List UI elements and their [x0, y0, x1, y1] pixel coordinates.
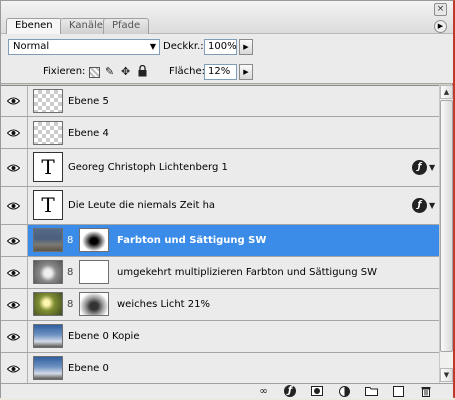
eye-icon[interactable] — [1, 86, 28, 116]
eye-icon[interactable] — [1, 353, 28, 384]
text-layer-icon: T — [33, 152, 63, 182]
layer-thumbnail — [33, 121, 63, 145]
layer-name: Ebene 0 — [68, 363, 109, 374]
vertical-scrollbar[interactable]: ▲ ▼ — [439, 85, 453, 383]
layer-thumbnail — [33, 292, 63, 316]
link-icon[interactable]: 8 — [67, 299, 73, 310]
link-icon[interactable]: 8 — [67, 267, 73, 278]
tab-paths[interactable]: Pfade — [103, 18, 150, 34]
lock-transparency-icon[interactable] — [89, 67, 100, 78]
layer-options: Normal ▼ Deckkr.: 100% ▶ Fixieren: ✎ ✥ F… — [1, 34, 453, 84]
lock-label: Fixieren: — [43, 66, 86, 77]
blend-mode-value: Normal — [13, 41, 50, 52]
fill-field[interactable]: 12% — [204, 64, 237, 80]
fill-slider-button[interactable]: ▶ — [239, 64, 253, 80]
eye-icon[interactable] — [1, 149, 28, 186]
layer-row[interactable]: 8 weiches Licht 21% — [1, 289, 439, 321]
layer-name: Ebene 5 — [68, 96, 109, 107]
close-icon[interactable]: × — [434, 3, 447, 16]
layer-mask-thumbnail — [79, 228, 109, 252]
link-icon[interactable]: 8 — [67, 235, 73, 246]
text-layer-icon: T — [33, 190, 63, 220]
layer-name: Farbton und Sättigung SW — [117, 235, 267, 246]
folder-icon[interactable] — [365, 386, 378, 397]
opacity-field[interactable]: 100% — [204, 39, 237, 55]
layer-name: umgekehrt multiplizieren Farbton und Sät… — [117, 267, 377, 278]
opacity-slider-button[interactable]: ▶ — [239, 39, 253, 55]
layer-row[interactable]: Ebene 0 — [1, 353, 439, 384]
panel-menu-icon[interactable]: ▶ — [434, 20, 447, 33]
layer-mask-thumbnail — [79, 292, 109, 316]
trash-icon[interactable] — [419, 386, 432, 397]
layer-thumbnail — [33, 356, 63, 380]
layer-name: weiches Licht 21% — [117, 299, 210, 310]
scroll-down-icon[interactable]: ▼ — [440, 368, 453, 382]
layer-thumbnail — [33, 260, 63, 284]
chevron-down-icon[interactable]: ▼ — [429, 201, 435, 211]
layer-name: Die Leute die niemals Zeit ha — [68, 200, 216, 211]
lock-all-icon[interactable] — [138, 64, 147, 80]
blend-mode-select[interactable]: Normal ▼ — [8, 39, 160, 55]
layer-row[interactable]: Ebene 4 — [1, 117, 439, 149]
fill-label: Fläche: — [169, 66, 206, 77]
layer-list: Ebene 5 Ebene 4 T Georeg Christoph Licht… — [1, 85, 439, 384]
layer-row[interactable]: 8 umgekehrt multiplizieren Farbton und S… — [1, 257, 439, 289]
layer-row[interactable]: Ebene 0 Kopie — [1, 321, 439, 353]
eye-icon[interactable] — [1, 187, 28, 224]
layers-panel: × Ebenen Kanäle Pfade ▶ Normal ▼ Deckkr.… — [0, 0, 455, 399]
adjustment-layer-icon[interactable] — [338, 386, 351, 397]
layer-row-selected[interactable]: 8 Farbton und Sättigung SW — [1, 225, 439, 257]
layers-bottom-bar: ∞ ƒ — [1, 383, 453, 399]
layer-thumbnail — [33, 89, 63, 113]
fx-icon[interactable]: ƒ — [284, 385, 296, 397]
lock-position-icon[interactable]: ✥ — [121, 66, 130, 78]
layer-thumbnail — [33, 228, 63, 252]
chevron-down-icon[interactable]: ▼ — [429, 163, 435, 173]
tab-layers[interactable]: Ebenen — [6, 18, 62, 35]
chevron-down-icon: ▼ — [149, 42, 156, 51]
layer-row[interactable]: Ebene 5 — [1, 86, 439, 117]
eye-icon[interactable] — [1, 225, 28, 256]
eye-icon[interactable] — [1, 321, 28, 352]
layer-row[interactable]: T Georeg Christoph Lichtenberg 1 ƒ ▼ — [1, 149, 439, 187]
layer-mask-thumbnail — [79, 260, 109, 284]
fx-icon[interactable]: ƒ — [412, 160, 427, 175]
panel-tab-strip: × Ebenen Kanäle Pfade ▶ — [1, 1, 453, 35]
link-layers-icon[interactable]: ∞ — [257, 386, 270, 397]
fx-icon[interactable]: ƒ — [412, 198, 427, 213]
layer-name: Ebene 4 — [68, 128, 109, 139]
opacity-label: Deckkr.: — [163, 41, 204, 52]
scroll-up-icon[interactable]: ▲ — [440, 85, 453, 99]
new-layer-icon[interactable] — [392, 386, 405, 397]
add-mask-icon[interactable] — [310, 386, 323, 397]
eye-icon[interactable] — [1, 257, 28, 288]
layer-thumbnail — [33, 324, 63, 348]
lock-brush-icon[interactable]: ✎ — [105, 66, 114, 78]
eye-icon[interactable] — [1, 117, 28, 148]
eye-icon[interactable] — [1, 289, 28, 320]
layer-name: Ebene 0 Kopie — [68, 331, 140, 342]
layer-name: Georeg Christoph Lichtenberg 1 — [68, 162, 228, 173]
layer-row[interactable]: T Die Leute die niemals Zeit ha ƒ ▼ — [1, 187, 439, 225]
scroll-thumb[interactable] — [440, 100, 453, 352]
